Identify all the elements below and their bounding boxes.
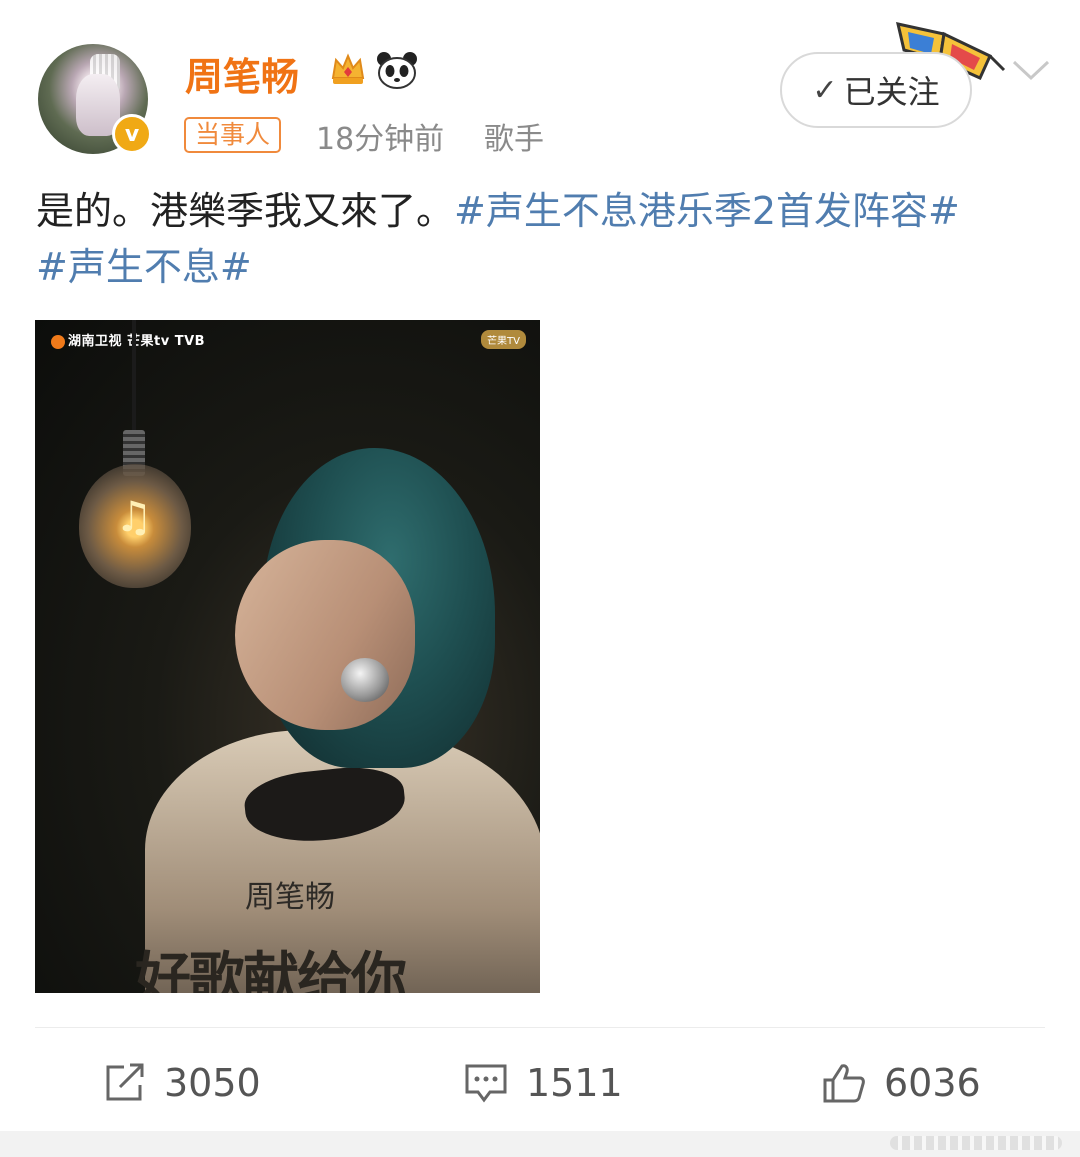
chevron-down-icon[interactable] bbox=[1010, 58, 1052, 84]
author-tag: 当事人 bbox=[184, 117, 282, 153]
follow-button-label: 已关注 bbox=[843, 73, 940, 111]
like-count: 6036 bbox=[884, 1061, 981, 1105]
repost-button[interactable]: 3050 bbox=[104, 1058, 261, 1108]
post-text: 是的。港樂季我又來了。 bbox=[36, 189, 455, 233]
follow-button[interactable]: ✓ 已关注 bbox=[780, 52, 972, 128]
home-indicator bbox=[890, 1136, 1062, 1150]
verified-badge-icon: v bbox=[112, 114, 152, 154]
mango-badge: 芒果TV bbox=[481, 330, 526, 349]
repost-icon bbox=[106, 1063, 144, 1101]
singer-face bbox=[235, 540, 415, 730]
divider bbox=[35, 1027, 1045, 1028]
panda-icon bbox=[377, 52, 417, 89]
post-time: 18分钟前 bbox=[316, 122, 445, 157]
post-image[interactable]: 湖南卫视 芒果tv TVB 芒果TV ♫ 周笔畅 好歌献给你 bbox=[35, 320, 540, 993]
comment-icon bbox=[465, 1064, 507, 1103]
hashtag-link[interactable]: #声生不息港乐季2首发阵容# bbox=[454, 189, 960, 233]
comment-button[interactable]: 1511 bbox=[464, 1058, 623, 1108]
thumbs-up-icon bbox=[823, 1064, 865, 1103]
logos-text: 湖南卫视 芒果tv TVB bbox=[68, 334, 206, 349]
broadcaster-logos: 湖南卫视 芒果tv TVB bbox=[51, 330, 205, 349]
hunan-tv-logo-icon bbox=[51, 334, 65, 349]
post-content: 是的。港樂季我又來了。#声生不息港乐季2首发阵容# #声生不息# bbox=[36, 183, 1046, 295]
author-name[interactable]: 周笔畅 bbox=[185, 46, 299, 101]
bulb-wire bbox=[132, 320, 136, 440]
music-note-icon: ♫ bbox=[115, 492, 153, 541]
hashtag-link[interactable]: #声生不息# bbox=[36, 245, 252, 289]
repost-count: 3050 bbox=[164, 1061, 261, 1105]
comment-count: 1511 bbox=[526, 1061, 623, 1105]
poster-show-title: 好歌献给你 bbox=[135, 946, 407, 993]
crown-icon bbox=[331, 53, 365, 84]
like-button[interactable]: 6036 bbox=[822, 1058, 981, 1108]
author-avatar[interactable]: v bbox=[38, 44, 152, 154]
singer-earring bbox=[341, 658, 389, 702]
check-icon: ✓ bbox=[812, 72, 838, 108]
author-role: 歌手 bbox=[484, 122, 544, 157]
poster-artist-name: 周笔畅 bbox=[245, 880, 335, 915]
